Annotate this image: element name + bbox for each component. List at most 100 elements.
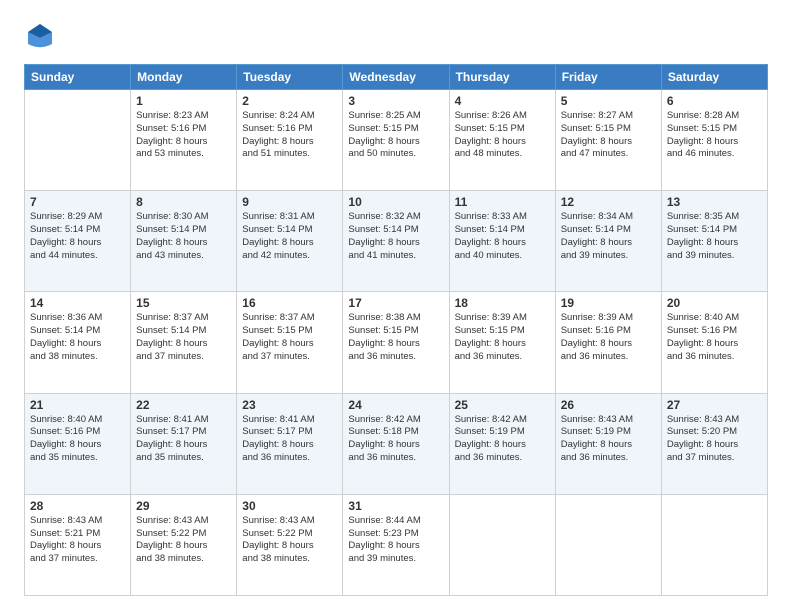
calendar-cell: 10 Sunrise: 8:32 AM Sunset: 5:14 PM Dayli… bbox=[343, 191, 449, 292]
day-number: 16 bbox=[242, 296, 337, 310]
calendar-cell: 9 Sunrise: 8:31 AM Sunset: 5:14 PM Daylig… bbox=[237, 191, 343, 292]
col-header-sunday: Sunday bbox=[25, 65, 131, 90]
calendar-cell: 24 Sunrise: 8:42 AM Sunset: 5:18 PM Dayli… bbox=[343, 393, 449, 494]
day-info: Sunrise: 8:42 AM Sunset: 5:18 PM Dayligh… bbox=[348, 414, 443, 465]
day-number: 24 bbox=[348, 398, 443, 412]
day-number: 22 bbox=[136, 398, 231, 412]
day-number: 17 bbox=[348, 296, 443, 310]
day-number: 10 bbox=[348, 195, 443, 209]
day-number: 18 bbox=[455, 296, 550, 310]
calendar-cell: 25 Sunrise: 8:42 AM Sunset: 5:19 PM Dayli… bbox=[449, 393, 555, 494]
day-number: 20 bbox=[667, 296, 762, 310]
calendar-cell: 4 Sunrise: 8:26 AM Sunset: 5:15 PM Daylig… bbox=[449, 90, 555, 191]
day-number: 1 bbox=[136, 94, 231, 108]
day-info: Sunrise: 8:43 AM Sunset: 5:21 PM Dayligh… bbox=[30, 515, 125, 566]
day-info: Sunrise: 8:40 AM Sunset: 5:16 PM Dayligh… bbox=[30, 414, 125, 465]
calendar-cell: 28Sunrise: 8:43 AM Sunset: 5:21 PM Dayli… bbox=[25, 494, 131, 595]
day-number: 3 bbox=[348, 94, 443, 108]
calendar-cell: 14 Sunrise: 8:36 AM Sunset: 5:14 PM Dayli… bbox=[25, 292, 131, 393]
day-number: 31 bbox=[348, 499, 443, 513]
day-info: Sunrise: 8:37 AM Sunset: 5:15 PM Dayligh… bbox=[242, 312, 337, 363]
day-number: 5 bbox=[561, 94, 656, 108]
calendar-cell bbox=[25, 90, 131, 191]
calendar-cell: 20 Sunrise: 8:40 AM Sunset: 5:16 PM Dayli… bbox=[661, 292, 767, 393]
day-info: Sunrise: 8:36 AM Sunset: 5:14 PM Dayligh… bbox=[30, 312, 125, 363]
calendar-cell bbox=[555, 494, 661, 595]
calendar-cell: 15Sunrise: 8:37 AM Sunset: 5:14 PM Dayli… bbox=[131, 292, 237, 393]
calendar-cell: 21 Sunrise: 8:40 AM Sunset: 5:16 PM Dayli… bbox=[25, 393, 131, 494]
day-info: Sunrise: 8:31 AM Sunset: 5:14 PM Dayligh… bbox=[242, 211, 337, 262]
day-number: 27 bbox=[667, 398, 762, 412]
calendar-cell: 30Sunrise: 8:43 AM Sunset: 5:22 PM Dayli… bbox=[237, 494, 343, 595]
col-header-wednesday: Wednesday bbox=[343, 65, 449, 90]
header bbox=[24, 20, 768, 52]
day-info: Sunrise: 8:33 AM Sunset: 5:14 PM Dayligh… bbox=[455, 211, 550, 262]
day-info: Sunrise: 8:35 AM Sunset: 5:14 PM Dayligh… bbox=[667, 211, 762, 262]
week-row-0: 1 Sunrise: 8:23 AM Sunset: 5:16 PM Daylig… bbox=[25, 90, 768, 191]
logo-icon bbox=[24, 20, 56, 52]
day-info: Sunrise: 8:24 AM Sunset: 5:16 PM Dayligh… bbox=[242, 110, 337, 161]
col-header-thursday: Thursday bbox=[449, 65, 555, 90]
day-number: 14 bbox=[30, 296, 125, 310]
day-info: Sunrise: 8:41 AM Sunset: 5:17 PM Dayligh… bbox=[242, 414, 337, 465]
day-number: 4 bbox=[455, 94, 550, 108]
calendar-cell: 1 Sunrise: 8:23 AM Sunset: 5:16 PM Daylig… bbox=[131, 90, 237, 191]
day-number: 19 bbox=[561, 296, 656, 310]
col-header-saturday: Saturday bbox=[661, 65, 767, 90]
day-info: Sunrise: 8:28 AM Sunset: 5:15 PM Dayligh… bbox=[667, 110, 762, 161]
day-number: 21 bbox=[30, 398, 125, 412]
col-header-friday: Friday bbox=[555, 65, 661, 90]
day-info: Sunrise: 8:32 AM Sunset: 5:14 PM Dayligh… bbox=[348, 211, 443, 262]
calendar-cell: 13 Sunrise: 8:35 AM Sunset: 5:14 PM Dayli… bbox=[661, 191, 767, 292]
page: SundayMondayTuesdayWednesdayThursdayFrid… bbox=[0, 0, 792, 612]
week-row-3: 21 Sunrise: 8:40 AM Sunset: 5:16 PM Dayli… bbox=[25, 393, 768, 494]
calendar-cell: 23Sunrise: 8:41 AM Sunset: 5:17 PM Dayli… bbox=[237, 393, 343, 494]
calendar-cell: 31Sunrise: 8:44 AM Sunset: 5:23 PM Dayli… bbox=[343, 494, 449, 595]
day-number: 2 bbox=[242, 94, 337, 108]
day-info: Sunrise: 8:39 AM Sunset: 5:15 PM Dayligh… bbox=[455, 312, 550, 363]
day-info: Sunrise: 8:40 AM Sunset: 5:16 PM Dayligh… bbox=[667, 312, 762, 363]
calendar-cell: 27Sunrise: 8:43 AM Sunset: 5:20 PM Dayli… bbox=[661, 393, 767, 494]
calendar-table: SundayMondayTuesdayWednesdayThursdayFrid… bbox=[24, 64, 768, 596]
day-number: 13 bbox=[667, 195, 762, 209]
day-info: Sunrise: 8:39 AM Sunset: 5:16 PM Dayligh… bbox=[561, 312, 656, 363]
day-number: 30 bbox=[242, 499, 337, 513]
calendar-cell: 11Sunrise: 8:33 AM Sunset: 5:14 PM Dayli… bbox=[449, 191, 555, 292]
day-info: Sunrise: 8:38 AM Sunset: 5:15 PM Dayligh… bbox=[348, 312, 443, 363]
day-number: 6 bbox=[667, 94, 762, 108]
week-row-4: 28Sunrise: 8:43 AM Sunset: 5:21 PM Dayli… bbox=[25, 494, 768, 595]
day-info: Sunrise: 8:29 AM Sunset: 5:14 PM Dayligh… bbox=[30, 211, 125, 262]
calendar-cell: 3Sunrise: 8:25 AM Sunset: 5:15 PM Daylig… bbox=[343, 90, 449, 191]
col-header-tuesday: Tuesday bbox=[237, 65, 343, 90]
day-info: Sunrise: 8:37 AM Sunset: 5:14 PM Dayligh… bbox=[136, 312, 231, 363]
day-info: Sunrise: 8:43 AM Sunset: 5:19 PM Dayligh… bbox=[561, 414, 656, 465]
day-info: Sunrise: 8:43 AM Sunset: 5:22 PM Dayligh… bbox=[136, 515, 231, 566]
calendar-cell bbox=[661, 494, 767, 595]
calendar-cell: 22Sunrise: 8:41 AM Sunset: 5:17 PM Dayli… bbox=[131, 393, 237, 494]
day-number: 25 bbox=[455, 398, 550, 412]
calendar-cell: 18 Sunrise: 8:39 AM Sunset: 5:15 PM Dayli… bbox=[449, 292, 555, 393]
day-info: Sunrise: 8:42 AM Sunset: 5:19 PM Dayligh… bbox=[455, 414, 550, 465]
day-info: Sunrise: 8:23 AM Sunset: 5:16 PM Dayligh… bbox=[136, 110, 231, 161]
day-number: 26 bbox=[561, 398, 656, 412]
day-info: Sunrise: 8:26 AM Sunset: 5:15 PM Dayligh… bbox=[455, 110, 550, 161]
calendar-cell: 12 Sunrise: 8:34 AM Sunset: 5:14 PM Dayli… bbox=[555, 191, 661, 292]
day-info: Sunrise: 8:34 AM Sunset: 5:14 PM Dayligh… bbox=[561, 211, 656, 262]
day-number: 12 bbox=[561, 195, 656, 209]
day-number: 9 bbox=[242, 195, 337, 209]
calendar-cell: 26 Sunrise: 8:43 AM Sunset: 5:19 PM Dayli… bbox=[555, 393, 661, 494]
col-header-monday: Monday bbox=[131, 65, 237, 90]
day-number: 29 bbox=[136, 499, 231, 513]
calendar-cell: 8Sunrise: 8:30 AM Sunset: 5:14 PM Daylig… bbox=[131, 191, 237, 292]
calendar-cell bbox=[449, 494, 555, 595]
calendar-cell: 29 Sunrise: 8:43 AM Sunset: 5:22 PM Dayli… bbox=[131, 494, 237, 595]
day-number: 7 bbox=[30, 195, 125, 209]
week-row-1: 7 Sunrise: 8:29 AM Sunset: 5:14 PM Daylig… bbox=[25, 191, 768, 292]
week-row-2: 14 Sunrise: 8:36 AM Sunset: 5:14 PM Dayli… bbox=[25, 292, 768, 393]
calendar-cell: 16 Sunrise: 8:37 AM Sunset: 5:15 PM Dayli… bbox=[237, 292, 343, 393]
calendar-cell: 6 Sunrise: 8:28 AM Sunset: 5:15 PM Daylig… bbox=[661, 90, 767, 191]
calendar-header-row: SundayMondayTuesdayWednesdayThursdayFrid… bbox=[25, 65, 768, 90]
day-number: 8 bbox=[136, 195, 231, 209]
calendar-cell: 2 Sunrise: 8:24 AM Sunset: 5:16 PM Daylig… bbox=[237, 90, 343, 191]
calendar-cell: 17 Sunrise: 8:38 AM Sunset: 5:15 PM Dayli… bbox=[343, 292, 449, 393]
